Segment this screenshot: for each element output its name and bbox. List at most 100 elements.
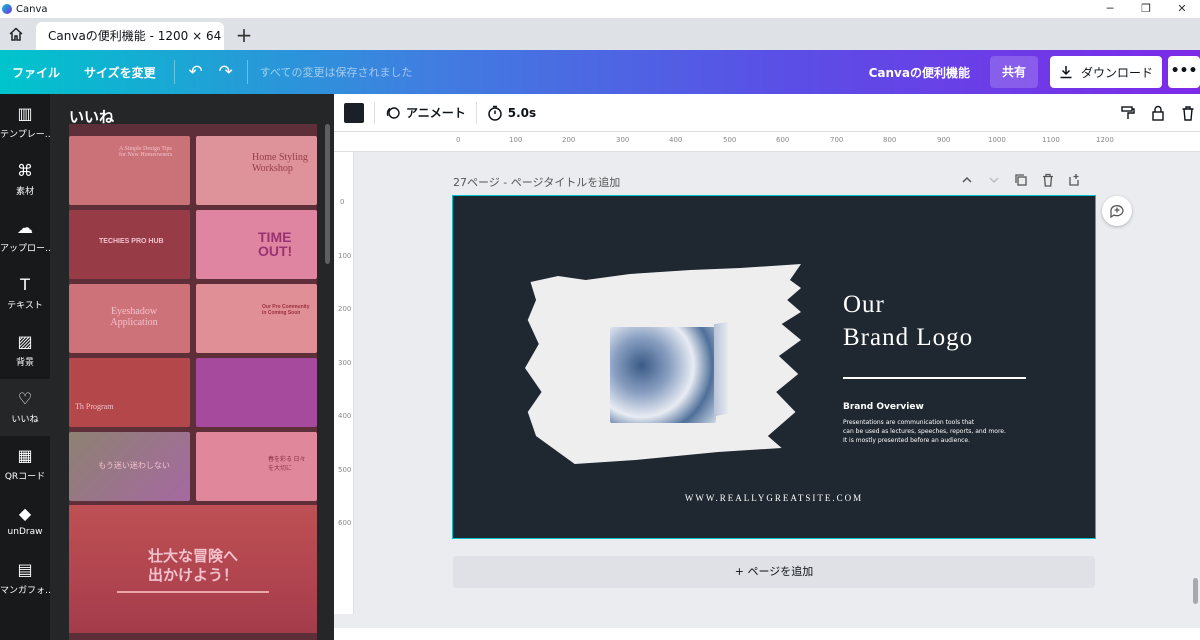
design-name[interactable]: Canvaの便利機能 [869, 64, 970, 81]
page-actions [960, 173, 1082, 187]
page-title-input[interactable]: 27ページ - ページタイトルを追加 [453, 174, 620, 190]
editor-toolbar-right [1120, 94, 1196, 132]
more-options-button[interactable]: ••• [1168, 56, 1200, 88]
rail-item-templates[interactable]: ▥ テンプレー… [0, 94, 50, 151]
lock-icon[interactable] [1150, 105, 1166, 121]
duration-label: 5.0s [507, 105, 537, 120]
rail-item-manga-font[interactable]: ▤ マンガフォ… [0, 550, 50, 607]
heading-line-1: Our [843, 291, 885, 318]
tab-active-design[interactable]: Canvaの便利機能 - 1200 × 64 [36, 22, 224, 50]
ruler-tick: 100 [509, 136, 523, 144]
overview-title[interactable]: Brand Overview [843, 402, 924, 412]
upload-icon: ☁ [17, 217, 33, 237]
share-button[interactable]: 共有 [989, 56, 1038, 88]
template-thumbnail[interactable]: Our Pro Community in Coming Soon [196, 284, 317, 353]
save-status: すべての変更は保存されました [259, 66, 413, 79]
soap-side [714, 321, 728, 417]
template-thumbnail[interactable]: Home Styling Workshop [196, 136, 317, 205]
ruler-tick: 700 [830, 136, 844, 144]
add-page-button[interactable]: + ページを追加 [453, 556, 1095, 588]
home-icon [9, 27, 23, 41]
template-thumbnail[interactable]: TECHIES PRO HUB [69, 210, 190, 279]
top-toolbar: ファイル サイズを変更 ↶ ↷ すべての変更は保存されました Canvaの便利機… [0, 50, 1200, 94]
template-thumbnail[interactable]: TIME OUT! [196, 210, 317, 279]
large-thumbnail-bar [117, 591, 269, 593]
overview-body[interactable]: Presentations are communication tools th… [843, 418, 1033, 445]
template-thumbnail-large[interactable]: 壮大な冒険へ 出かけよう！ [69, 505, 317, 633]
top-toolbar-right: Canvaの便利機能 共有 ダウンロード ••• [869, 50, 1200, 94]
ruler-tick: 100 [338, 252, 352, 260]
side-rail: ▥ テンプレー… ⌘ 素材 ☁ アップロー… T テキスト ▨ 背景 ♡ いいね… [0, 94, 50, 640]
ruler-tick: 1000 [988, 136, 1006, 144]
elements-icon: ⌘ [17, 160, 33, 180]
rail-item-qr-code[interactable]: ▦ QRコード [0, 436, 50, 493]
trash-icon[interactable] [1180, 105, 1196, 121]
toolbar-divider [374, 101, 375, 124]
trash-icon[interactable] [1041, 173, 1055, 187]
rail-item-likes[interactable]: ♡ いいね [0, 379, 50, 436]
duration-button[interactable]: 5.0s [487, 105, 536, 121]
ruler-tick: 200 [338, 305, 352, 313]
soap-bar-image[interactable] [610, 321, 730, 423]
resize-button[interactable]: サイズを変更 [72, 64, 168, 81]
overview-body-line: can be used as lectures, speeches, repor… [843, 428, 1006, 435]
rail-item-undraw[interactable]: ◆ unDraw [0, 493, 50, 550]
download-label: ダウンロード [1080, 65, 1153, 80]
home-button[interactable] [0, 18, 32, 50]
brand-heading[interactable]: Our Brand Logo [843, 288, 973, 354]
window-title-bar: Canva ─ ❐ ✕ [0, 0, 1200, 18]
rail-item-label: テキスト [7, 300, 43, 311]
template-thumbnail[interactable]: Eyeshadow Application [69, 284, 190, 353]
horizontal-scrollbar[interactable] [334, 614, 1200, 628]
close-window-button[interactable]: ✕ [1164, 0, 1200, 18]
undraw-icon: ◆ [18, 504, 32, 523]
ruler-vertical: 0 100 200 300 400 500 600 [334, 152, 354, 622]
add-page-icon[interactable] [1068, 173, 1082, 187]
rail-item-label: 背景 [15, 357, 34, 368]
rail-item-text[interactable]: T テキスト [0, 265, 50, 322]
ruler-tick: 400 [338, 412, 352, 420]
animate-button[interactable]: アニメート [385, 104, 466, 121]
editor-toolbar: アニメート 5.0s [334, 94, 1200, 132]
paint-roller-icon[interactable] [1120, 105, 1136, 121]
rail-item-background[interactable]: ▨ 背景 [0, 322, 50, 379]
undo-button[interactable]: ↶ [181, 62, 211, 82]
ruler-tick: 1200 [1096, 136, 1114, 144]
design-canvas[interactable]: Our Brand Logo Brand Overview Presentati… [452, 195, 1096, 539]
download-button[interactable]: ダウンロード [1050, 56, 1162, 88]
redo-button[interactable]: ↷ [211, 62, 241, 82]
heading-divider[interactable] [843, 377, 1026, 379]
panel-title: いいね [69, 108, 115, 126]
duplicate-icon[interactable] [1014, 173, 1028, 187]
ruler-tick: 800 [883, 136, 897, 144]
add-comment-button[interactable] [1102, 196, 1132, 226]
vertical-scrollbar-thumb[interactable] [1193, 578, 1198, 604]
template-thumbnail[interactable]: Th Program [69, 358, 190, 427]
maximize-button[interactable]: ❐ [1128, 0, 1164, 18]
panel-scrollbar[interactable] [325, 124, 330, 264]
template-thumbnail[interactable]: A Simple Design Tips for New Homeowners [69, 136, 190, 205]
template-thumbnail[interactable]: 春を彩る 日々を大切に [196, 432, 317, 501]
rail-item-elements[interactable]: ⌘ 素材 [0, 151, 50, 208]
overview-body-line: Presentations are communication tools th… [843, 419, 975, 426]
file-menu-button[interactable]: ファイル [0, 64, 72, 81]
background-color-swatch[interactable] [344, 102, 364, 123]
website-text[interactable]: WWW.REALLYGREATSITE.COM [453, 493, 1095, 503]
window-title: Canva [16, 3, 48, 15]
ruler-tick: 0 [456, 136, 461, 144]
window-controls: ─ ❐ ✕ [1092, 0, 1200, 18]
chevron-up-icon[interactable] [960, 173, 974, 187]
tab-bar: Canvaの便利機能 - 1200 × 64 + [0, 18, 1200, 50]
template-thumbnail[interactable]: もう迷い迷わしない [69, 432, 190, 501]
rail-item-uploads[interactable]: ☁ アップロー… [0, 208, 50, 265]
ruler-tick: 500 [338, 466, 352, 474]
heading-line-2: Brand Logo [843, 324, 974, 351]
template-thumbnail[interactable] [196, 358, 317, 427]
chevron-down-icon[interactable] [987, 173, 1001, 187]
ruler-horizontal: 0 100 200 300 400 500 600 700 800 900 10… [334, 132, 1200, 152]
ruler-tick: 200 [562, 136, 576, 144]
ruler-tick: 900 [937, 136, 951, 144]
rail-item-label: いいね [11, 414, 39, 425]
new-tab-button[interactable]: + [230, 22, 258, 50]
minimize-button[interactable]: ─ [1092, 0, 1128, 18]
